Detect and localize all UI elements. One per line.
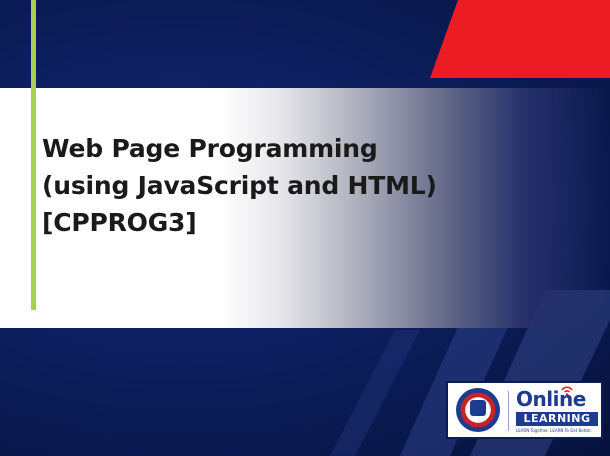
title-line-1: Web Page Programming: [42, 134, 378, 163]
learning-label: LEARNING: [523, 412, 591, 425]
logo-divider: [508, 391, 509, 431]
green-accent-bar: [31, 0, 36, 310]
title-line-3: [CPPROG3]: [42, 208, 197, 237]
school-seal-icon: [456, 388, 500, 432]
logo-brand-name: Online: [516, 387, 586, 411]
learning-label-box: LEARNING: [516, 412, 598, 426]
signal-icon: [561, 386, 573, 396]
slide-title: Web Page Programming (using JavaScript a…: [42, 130, 512, 241]
title-line-2: (using JavaScript and HTML): [42, 171, 437, 200]
logo-tagline: LEARN Together. LEARN To Get Better.: [516, 428, 592, 433]
presentation-slide: Web Page Programming (using JavaScript a…: [0, 0, 610, 456]
online-learning-logo: Online LEARNING LEARN Together. LEARN To…: [446, 381, 603, 439]
